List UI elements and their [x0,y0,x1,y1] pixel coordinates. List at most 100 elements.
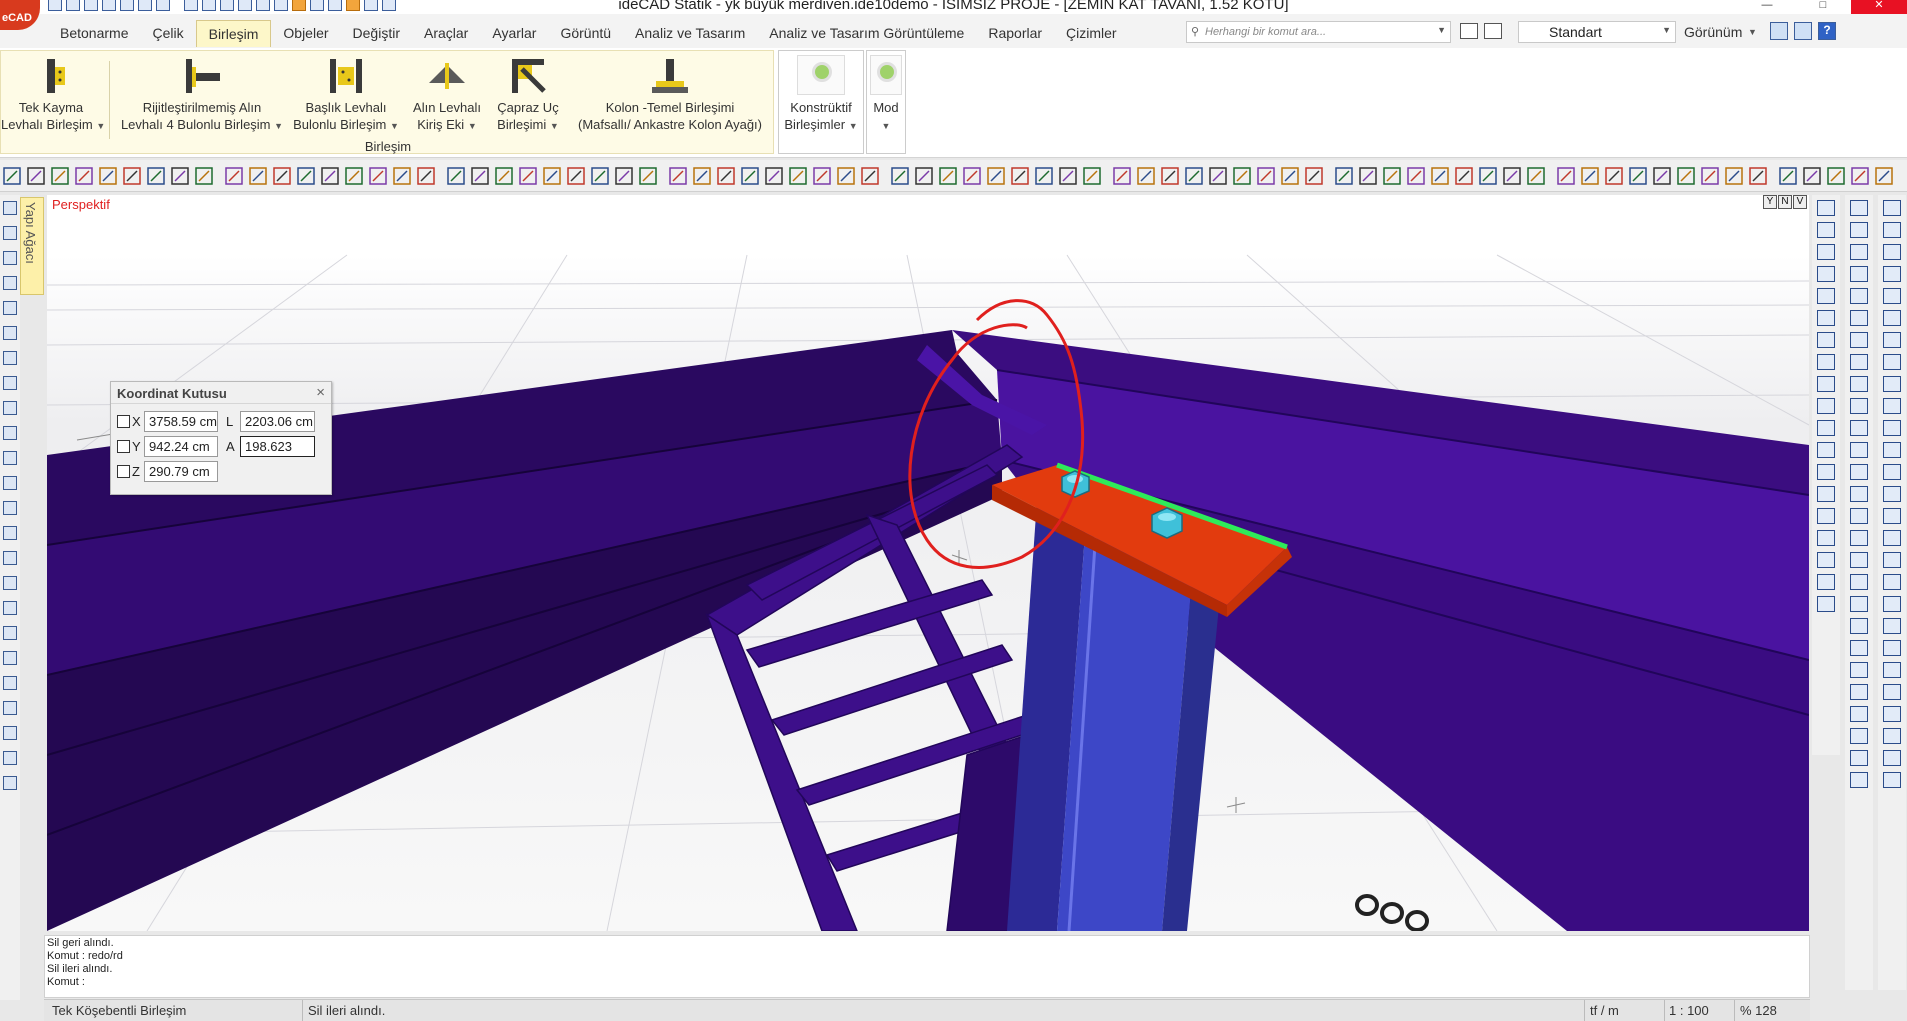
toolbar-tool-icon[interactable] [1557,167,1575,185]
toolbar-tool-icon[interactable] [837,167,855,185]
3d-scene[interactable] [47,195,1809,931]
toolbar-tool-icon[interactable] [669,167,687,185]
toolbar-tool-icon[interactable] [225,167,243,185]
tool-icon[interactable] [1850,728,1868,744]
tool-icon[interactable] [1883,728,1901,744]
tab-degistir[interactable]: Değiştir [341,20,412,47]
toolbar-tool-icon[interactable] [1257,167,1275,185]
tool-icon[interactable] [1817,442,1835,458]
toolbar-tool-icon[interactable] [813,167,831,185]
save-icon[interactable] [84,0,98,11]
maximize-button[interactable]: □ [1795,0,1851,14]
redo-icon[interactable] [138,0,152,11]
toolbar-tool-icon[interactable] [567,167,585,185]
tool-icon[interactable] [3,326,17,340]
toolbar-tool-icon[interactable] [1701,167,1719,185]
tool-icon[interactable] [1850,706,1868,722]
view-y-button[interactable]: Y [1763,195,1777,209]
mode-button[interactable]: Mod ▼ [867,55,905,135]
tool-icon[interactable] [1850,772,1868,788]
tool-icon[interactable] [1817,530,1835,546]
axis-icon[interactable] [274,0,288,11]
toolbar-tool-icon[interactable] [471,167,489,185]
toolbar-tool-icon[interactable] [1059,167,1077,185]
tool-icon[interactable] [3,651,17,665]
toolbar-tool-icon[interactable] [1185,167,1203,185]
tool-icon[interactable] [3,451,17,465]
toolbar-tool-icon[interactable] [1431,167,1449,185]
toolbar-tool-icon[interactable] [1605,167,1623,185]
tab-analiz-tasarim[interactable]: Analiz ve Tasarım [623,20,757,47]
end-plate-4-bolt-button[interactable]: Rijitleştirilmemiş Alın Levhalı 4 Bulonl… [117,57,287,135]
tool-icon[interactable] [1883,706,1901,722]
tab-celik[interactable]: Çelik [140,20,195,47]
toolbar-tool-icon[interactable] [1851,167,1869,185]
tool-icon[interactable] [3,726,17,740]
tool-icon[interactable] [1817,354,1835,370]
tool-icon[interactable] [1850,596,1868,612]
tool-icon[interactable] [1883,574,1901,590]
y-lock-checkbox[interactable] [117,439,130,453]
zoom-status[interactable]: % 128 [1740,1003,1777,1018]
select-icon[interactable] [184,0,198,11]
toolbar-tool-icon[interactable] [417,167,435,185]
z-field[interactable]: 290.79 cm [144,460,218,482]
chevron-down-icon[interactable]: ▼ [1437,25,1446,35]
tab-cizimler[interactable]: Çizimler [1054,20,1129,47]
tool-icon[interactable] [1850,332,1868,348]
toolbar-tool-icon[interactable] [543,167,561,185]
column-base-button[interactable]: Kolon -Temel Birleşimi (Mafsallı/ Ankast… [571,57,769,133]
command-search-input[interactable]: ⚲ Herhangi bir komut ara... ▼ [1186,21,1451,43]
toolbar-tool-icon[interactable] [639,167,657,185]
toolbar-tool-icon[interactable] [1011,167,1029,185]
tool-icon[interactable] [1850,420,1868,436]
info-icon[interactable] [1794,22,1812,40]
toolbar-tool-icon[interactable] [519,167,537,185]
toolbar-tool-icon[interactable] [1281,167,1299,185]
toolbar-tool-icon[interactable] [1503,167,1521,185]
tool-icon[interactable] [1817,486,1835,502]
tool-icon[interactable] [1817,288,1835,304]
tool-icon[interactable] [1883,596,1901,612]
tool-icon[interactable] [3,201,17,215]
toolbar-tool-icon[interactable] [1113,167,1131,185]
toolbar-tool-icon[interactable] [123,167,141,185]
active-snap-icon[interactable] [346,0,360,11]
tool-icon[interactable] [1817,266,1835,282]
toolbar-tool-icon[interactable] [1035,167,1053,185]
tab-birlesim[interactable]: Birleşim [195,20,272,47]
toolbar-tool-icon[interactable] [1083,167,1101,185]
view-v-button[interactable]: V [1793,195,1807,209]
tab-objeler[interactable]: Objeler [271,20,340,47]
toolbar-tool-icon[interactable] [99,167,117,185]
tool-icon[interactable] [1850,200,1868,216]
toolbar-tool-icon[interactable] [171,167,189,185]
tool-icon[interactable] [1883,354,1901,370]
tool-icon[interactable] [3,351,17,365]
toolbar-tool-icon[interactable] [147,167,165,185]
tool-icon[interactable] [1883,266,1901,282]
undo-icon[interactable] [120,0,134,11]
constructive-connections-button[interactable]: Konstrüktif Birleşimler ▼ [779,55,863,135]
tool-icon[interactable] [1817,464,1835,480]
tool-icon[interactable] [3,551,17,565]
tool-icon[interactable] [1817,332,1835,348]
snap-icon[interactable] [292,0,306,11]
toolbar-tool-icon[interactable] [27,167,45,185]
toolbar-tool-icon[interactable] [765,167,783,185]
structure-tree-tab[interactable]: Yapı Ağacı [20,197,44,295]
tool-icon[interactable] [1817,200,1835,216]
save-as-icon[interactable] [102,0,116,11]
tool-icon[interactable] [3,601,17,615]
toolbar-tool-icon[interactable] [1407,167,1425,185]
bolt-2[interactable] [1151,507,1183,539]
tool-icon[interactable] [1850,684,1868,700]
tool-icon[interactable] [3,426,17,440]
tool-icon[interactable] [1817,420,1835,436]
command-history[interactable]: Sil geri alındı. Komut : redo/rd Sil ile… [44,935,1810,998]
flange-plate-bolted-button[interactable]: Başlık Levhalı Bulonlu Birleşim ▼ [291,57,401,135]
tab-raporlar[interactable]: Raporlar [976,20,1054,47]
tool-icon[interactable] [1883,508,1901,524]
toolbar-tool-icon[interactable] [1455,167,1473,185]
toolbar-tool-icon[interactable] [693,167,711,185]
